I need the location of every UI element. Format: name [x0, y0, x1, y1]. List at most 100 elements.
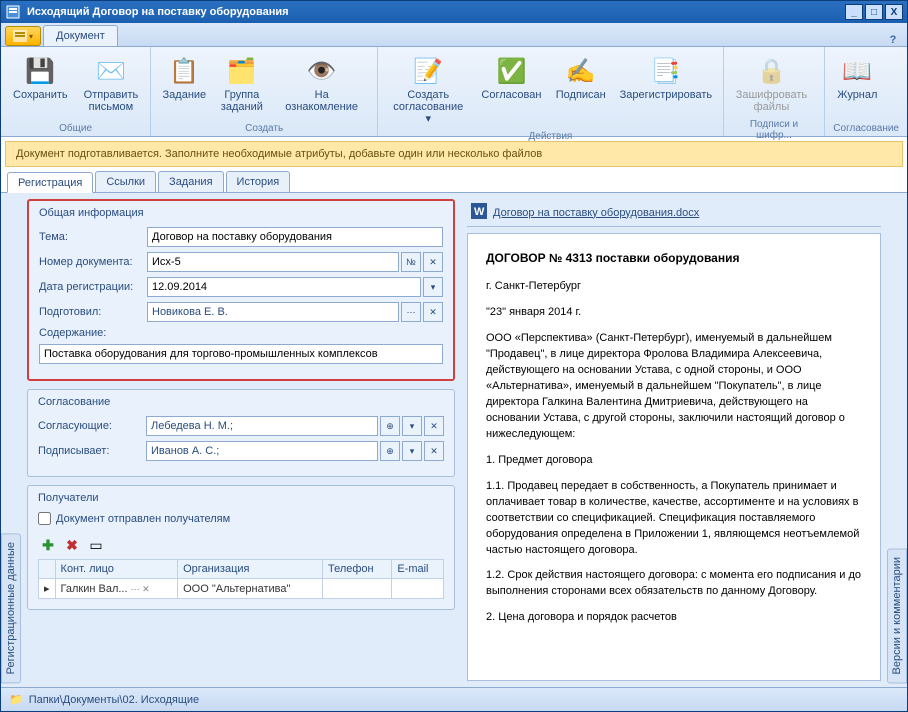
- preview-h2: 2. Цена договора и порядок расчетов: [486, 610, 862, 626]
- ribbon-tabs: Документ ?: [1, 23, 907, 47]
- add-recipient-button[interactable]: ✚: [38, 535, 58, 555]
- ribbon-group-actions: 📝 Создать согласование ▾ ✅ Согласован ✍️…: [378, 47, 724, 136]
- register-button[interactable]: 📑 Зарегистрировать: [617, 51, 715, 105]
- preview-city: г. Санкт-Петербург: [486, 279, 862, 295]
- approved-button[interactable]: ✅ Согласован: [478, 51, 544, 105]
- recipients-title: Получатели: [28, 486, 454, 508]
- minimize-button[interactable]: _: [845, 4, 863, 20]
- file-header: W Договор на поставку оборудования.docx: [467, 199, 881, 227]
- eye-icon: 👁️: [306, 55, 338, 87]
- ribbon-help-button[interactable]: ?: [885, 34, 901, 46]
- number-generate-button[interactable]: №: [401, 252, 421, 272]
- app-menu-button[interactable]: [5, 26, 41, 46]
- cell-email: [392, 579, 444, 599]
- ribbon-group-create: 📋 Задание 🗂️ Группа заданий 👁️ На ознако…: [151, 47, 378, 136]
- date-dropdown-button[interactable]: ▾: [423, 277, 443, 297]
- sent-checkbox[interactable]: Документ отправлен получателям: [38, 512, 444, 525]
- subject-label: Тема:: [39, 231, 147, 243]
- ribbon-group-sign: 🔒 Зашифровать файлы Подписи и шифр...: [724, 47, 826, 136]
- col-org[interactable]: Организация: [178, 560, 323, 579]
- envelope-icon: ✉️: [95, 55, 127, 87]
- approvers-nav-button[interactable]: ⊕: [380, 416, 400, 436]
- tab-links[interactable]: Ссылки: [95, 171, 156, 192]
- word-icon: W: [471, 203, 487, 222]
- table-row[interactable]: ▸ Галкин Вал... ⋯ ✕ ООО "Альтернатива": [39, 579, 444, 599]
- col-phone[interactable]: Телефон: [322, 560, 391, 579]
- approvers-dropdown-button[interactable]: ▾: [402, 416, 422, 436]
- group-title-sign: Подписи и шифр...: [732, 117, 817, 141]
- author-input[interactable]: [147, 302, 399, 322]
- right-panel: W Договор на поставку оборудования.docx …: [461, 193, 887, 687]
- content-input[interactable]: [39, 344, 443, 364]
- tab-history[interactable]: История: [226, 171, 291, 192]
- lock-icon: 🔒: [755, 55, 787, 87]
- side-tab-left[interactable]: Регистрационные данные: [1, 533, 21, 683]
- approvers-input[interactable]: [146, 416, 378, 436]
- close-button[interactable]: X: [885, 4, 903, 20]
- cell-phone: [322, 579, 391, 599]
- signer-label: Подписывает:: [38, 445, 146, 457]
- task-icon: 📋: [168, 55, 200, 87]
- signed-button[interactable]: ✍️ Подписан: [553, 51, 609, 105]
- ribbon: 💾 Сохранить ✉️ Отправить письмом Общие 📋…: [1, 47, 907, 137]
- signer-clear-button[interactable]: ✕: [424, 441, 444, 461]
- app-icon: [5, 4, 21, 20]
- task-button[interactable]: 📋 Задание: [159, 51, 209, 105]
- info-bar: Документ подготавливается. Заполните нео…: [5, 141, 903, 167]
- author-label: Подготовил:: [39, 306, 147, 318]
- group-title-general: Общие: [9, 121, 142, 134]
- encrypt-button: 🔒 Зашифровать файлы: [732, 51, 811, 117]
- tab-registration[interactable]: Регистрация: [7, 172, 93, 193]
- send-mail-button[interactable]: ✉️ Отправить письмом: [80, 51, 143, 117]
- status-path: Папки\Документы\02. Исходящие: [29, 694, 199, 706]
- signer-nav-button[interactable]: ⊕: [380, 441, 400, 461]
- subject-input[interactable]: [147, 227, 443, 247]
- signer-dropdown-button[interactable]: ▾: [402, 441, 422, 461]
- journal-button[interactable]: 📖 Журнал: [833, 51, 881, 105]
- maximize-button[interactable]: □: [865, 4, 883, 20]
- status-bar: 📁 Папки\Документы\02. Исходящие: [1, 687, 907, 711]
- col-contact[interactable]: Конт. лицо: [55, 560, 178, 579]
- general-info-group: Общая информация Тема: Номер документа: …: [27, 199, 455, 381]
- number-clear-button[interactable]: ✕: [423, 252, 443, 272]
- side-tab-right[interactable]: Версии и комментарии: [887, 548, 907, 683]
- number-label: Номер документа:: [39, 256, 147, 268]
- preview-p3: 1.2. Срок действия настоящего договора: …: [486, 568, 862, 600]
- preview-p2: 1.1. Продавец передает в собственность, …: [486, 479, 862, 559]
- approvers-label: Согласующие:: [38, 420, 146, 432]
- preview-date: "23" января 2014 г.: [486, 305, 862, 321]
- create-approval-button[interactable]: 📝 Создать согласование ▾: [386, 51, 470, 129]
- check-icon: ✅: [495, 55, 527, 87]
- preview-heading: ДОГОВОР № 4313 поставки оборудования: [486, 250, 862, 267]
- review-button[interactable]: 👁️ На ознакомление: [274, 51, 369, 117]
- approvers-clear-button[interactable]: ✕: [424, 416, 444, 436]
- remove-recipient-button[interactable]: ✖: [62, 535, 82, 555]
- content-label: Содержание:: [39, 327, 147, 339]
- save-icon: 💾: [24, 55, 56, 87]
- task-group-button[interactable]: 🗂️ Группа заданий: [217, 51, 266, 117]
- approval-group: Согласование Согласующие: ⊕ ▾ ✕ Подписыв…: [27, 389, 455, 477]
- ribbon-tab-document[interactable]: Документ: [43, 25, 118, 46]
- document-preview[interactable]: ДОГОВОР № 4313 поставки оборудования г. …: [467, 233, 881, 681]
- app-window: Исходящий Договор на поставку оборудован…: [0, 0, 908, 712]
- file-name-link[interactable]: Договор на поставку оборудования.docx: [493, 207, 699, 219]
- ribbon-group-approve: 📖 Журнал Согласование: [825, 47, 907, 136]
- tabs: Регистрация Ссылки Задания История: [1, 171, 907, 193]
- general-info-title: Общая информация: [29, 201, 453, 223]
- sent-checkbox-label: Документ отправлен получателям: [56, 513, 230, 525]
- number-input[interactable]: [147, 252, 399, 272]
- left-panel: Общая информация Тема: Номер документа: …: [21, 193, 461, 687]
- date-input[interactable]: [147, 277, 421, 297]
- col-email[interactable]: E-mail: [392, 560, 444, 579]
- recipients-table: Конт. лицо Организация Телефон E-mail ▸ …: [38, 559, 444, 599]
- tab-tasks[interactable]: Задания: [158, 171, 223, 192]
- approval-create-icon: 📝: [412, 55, 444, 87]
- window-title: Исходящий Договор на поставку оборудован…: [27, 6, 289, 18]
- recipients-card-button[interactable]: ▭: [86, 535, 106, 555]
- app-menu-icon: [13, 30, 27, 42]
- save-button[interactable]: 💾 Сохранить: [9, 51, 72, 105]
- signer-input[interactable]: [146, 441, 378, 461]
- sent-checkbox-input[interactable]: [38, 512, 51, 525]
- author-lookup-button[interactable]: ⋯: [401, 302, 421, 322]
- author-clear-button[interactable]: ✕: [423, 302, 443, 322]
